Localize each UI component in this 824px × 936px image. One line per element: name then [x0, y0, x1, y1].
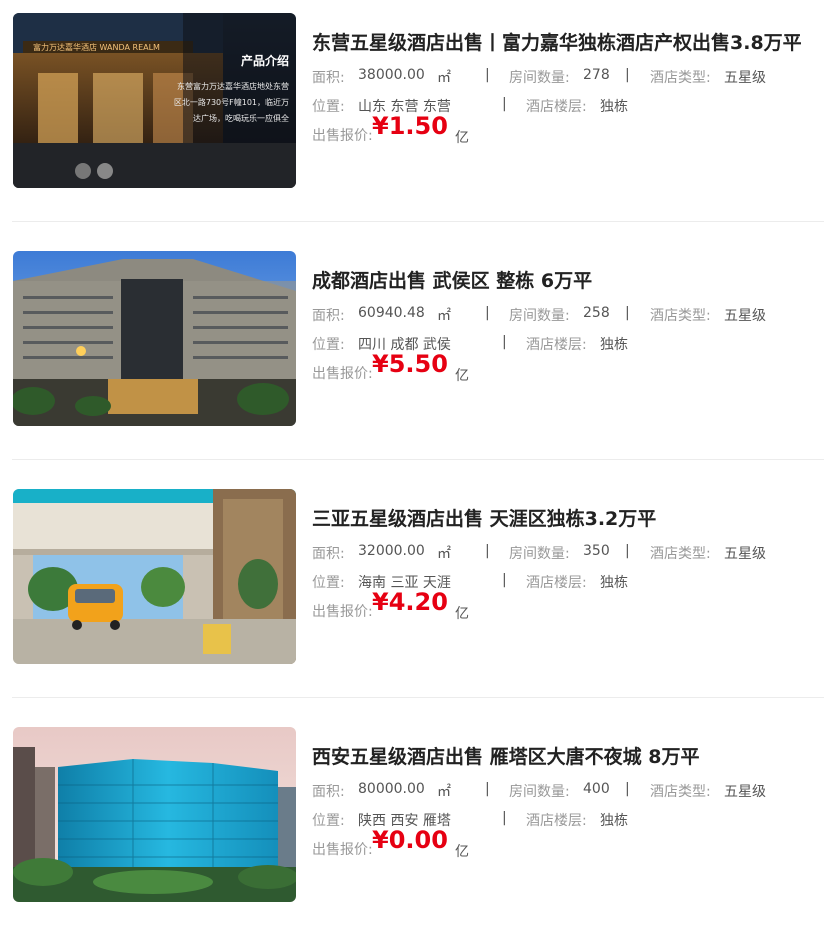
- area-unit: ㎡: [437, 784, 451, 800]
- area-value: 32000.00: [358, 543, 425, 559]
- location-label: 位置:: [312, 337, 345, 353]
- separator: |: [502, 810, 507, 826]
- rooms-value: 350: [583, 543, 610, 559]
- price-unit: 亿: [455, 368, 469, 384]
- image-caption-line: 达广场，吃喝玩乐一应俱全: [193, 113, 289, 123]
- separator: |: [502, 96, 507, 112]
- area-label: 面积:: [312, 784, 345, 800]
- area-value: 38000.00: [358, 67, 425, 83]
- area-label: 面积:: [312, 308, 345, 324]
- separator: |: [485, 543, 490, 559]
- price-value: ¥1.50: [372, 112, 448, 140]
- listing-image-3[interactable]: [13, 489, 296, 664]
- floors-value: 独栋: [600, 99, 628, 115]
- price-unit: 亿: [455, 844, 469, 860]
- listing-title[interactable]: 西安五星级酒店出售 雁塔区大唐不夜城 8万平: [312, 742, 812, 769]
- separator: |: [625, 543, 630, 559]
- price-value: ¥4.20: [372, 588, 448, 616]
- location-label: 位置:: [312, 575, 345, 591]
- floors-value: 独栋: [600, 337, 628, 353]
- separator: |: [625, 67, 630, 83]
- rooms-label: 房间数量:: [509, 546, 570, 562]
- separator: |: [485, 781, 490, 797]
- price-label: 出售报价:: [312, 842, 373, 858]
- listing-image-4[interactable]: [13, 727, 296, 902]
- separator: |: [485, 305, 490, 321]
- listing-card-2[interactable]: 成都酒店出售 武侯区 整栋 6万平 面积: 60940.48 ㎡ | 房间数量:…: [0, 238, 824, 460]
- separator: |: [502, 334, 507, 350]
- listing-image-2[interactable]: [13, 251, 296, 426]
- location-label: 位置:: [312, 99, 345, 115]
- area-label: 面积:: [312, 546, 345, 562]
- hotel-type-label: 酒店类型:: [650, 784, 711, 800]
- floors-label: 酒店楼层:: [526, 575, 587, 591]
- area-value: 80000.00: [358, 781, 425, 797]
- separator: |: [502, 572, 507, 588]
- price-label: 出售报价:: [312, 604, 373, 620]
- rooms-value: 278: [583, 67, 610, 83]
- hotel-type-label: 酒店类型:: [650, 70, 711, 86]
- rooms-label: 房间数量:: [509, 308, 570, 324]
- listing-title[interactable]: 三亚五星级酒店出售 天涯区独栋3.2万平: [312, 504, 812, 531]
- hotel-type-value: 五星级: [724, 308, 766, 324]
- image-caption-line: 区北一路730号F幢101，临近万: [174, 97, 289, 107]
- rooms-value: 400: [583, 781, 610, 797]
- rooms-value: 258: [583, 305, 610, 321]
- card-divider: [12, 697, 824, 698]
- hotel-type-value: 五星级: [724, 546, 766, 562]
- listing-title[interactable]: 东营五星级酒店出售丨富力嘉华独栋酒店产权出售3.8万平: [312, 28, 812, 55]
- listing-card-1[interactable]: 产品介绍 东营富力万达嘉华酒店地处东营 区北一路730号F幢101，临近万 达广…: [0, 0, 824, 222]
- location-label: 位置:: [312, 813, 345, 829]
- separator: |: [485, 67, 490, 83]
- price-label: 出售报价:: [312, 128, 373, 144]
- area-unit: ㎡: [437, 70, 451, 86]
- listing-title[interactable]: 成都酒店出售 武侯区 整栋 6万平: [312, 266, 812, 293]
- image-caption-line: 东营富力万达嘉华酒店地处东营: [177, 81, 289, 91]
- floors-value: 独栋: [600, 813, 628, 829]
- price-unit: 亿: [455, 606, 469, 622]
- price-unit: 亿: [455, 130, 469, 146]
- price-value: ¥5.50: [372, 350, 448, 378]
- rooms-label: 房间数量:: [509, 784, 570, 800]
- listing-image-1[interactable]: 产品介绍 东营富力万达嘉华酒店地处东营 区北一路730号F幢101，临近万 达广…: [13, 13, 296, 188]
- area-unit: ㎡: [437, 308, 451, 324]
- area-value: 60940.48: [358, 305, 425, 321]
- area-label: 面积:: [312, 70, 345, 86]
- rooms-label: 房间数量:: [509, 70, 570, 86]
- price-label: 出售报价:: [312, 366, 373, 382]
- hotel-type-value: 五星级: [724, 784, 766, 800]
- separator: |: [625, 305, 630, 321]
- floors-label: 酒店楼层:: [526, 813, 587, 829]
- price-value: ¥0.00: [372, 826, 448, 854]
- floors-label: 酒店楼层:: [526, 337, 587, 353]
- listing-card-3[interactable]: 三亚五星级酒店出售 天涯区独栋3.2万平 面积: 32000.00 ㎡ | 房间…: [0, 476, 824, 698]
- listing-card-4[interactable]: 西安五星级酒店出售 雁塔区大唐不夜城 8万平 面积: 80000.00 ㎡ | …: [0, 714, 824, 936]
- hotel-type-label: 酒店类型:: [650, 546, 711, 562]
- card-divider: [12, 459, 824, 460]
- separator: |: [625, 781, 630, 797]
- hotel-type-label: 酒店类型:: [650, 308, 711, 324]
- card-divider: [12, 221, 824, 222]
- floors-label: 酒店楼层:: [526, 99, 587, 115]
- floors-value: 独栋: [600, 575, 628, 591]
- area-unit: ㎡: [437, 546, 451, 562]
- hotel-type-value: 五星级: [724, 70, 766, 86]
- image-sign-text: 富力万达嘉华酒店 WANDA REALM: [33, 42, 160, 52]
- image-caption-title: 产品介绍: [241, 53, 289, 68]
